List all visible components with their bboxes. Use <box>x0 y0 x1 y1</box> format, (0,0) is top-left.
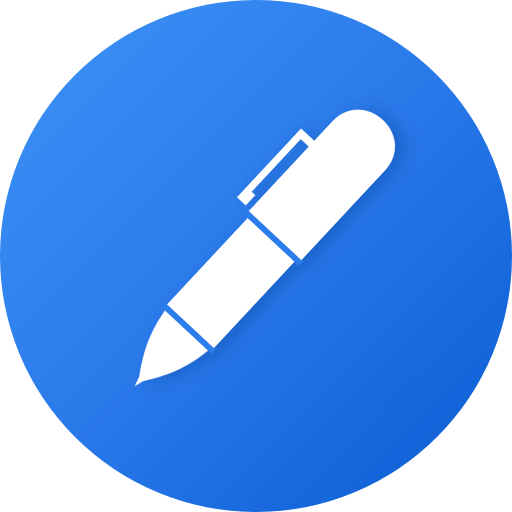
app-icon[interactable] <box>0 0 512 512</box>
app-icon-graphic <box>0 0 512 512</box>
